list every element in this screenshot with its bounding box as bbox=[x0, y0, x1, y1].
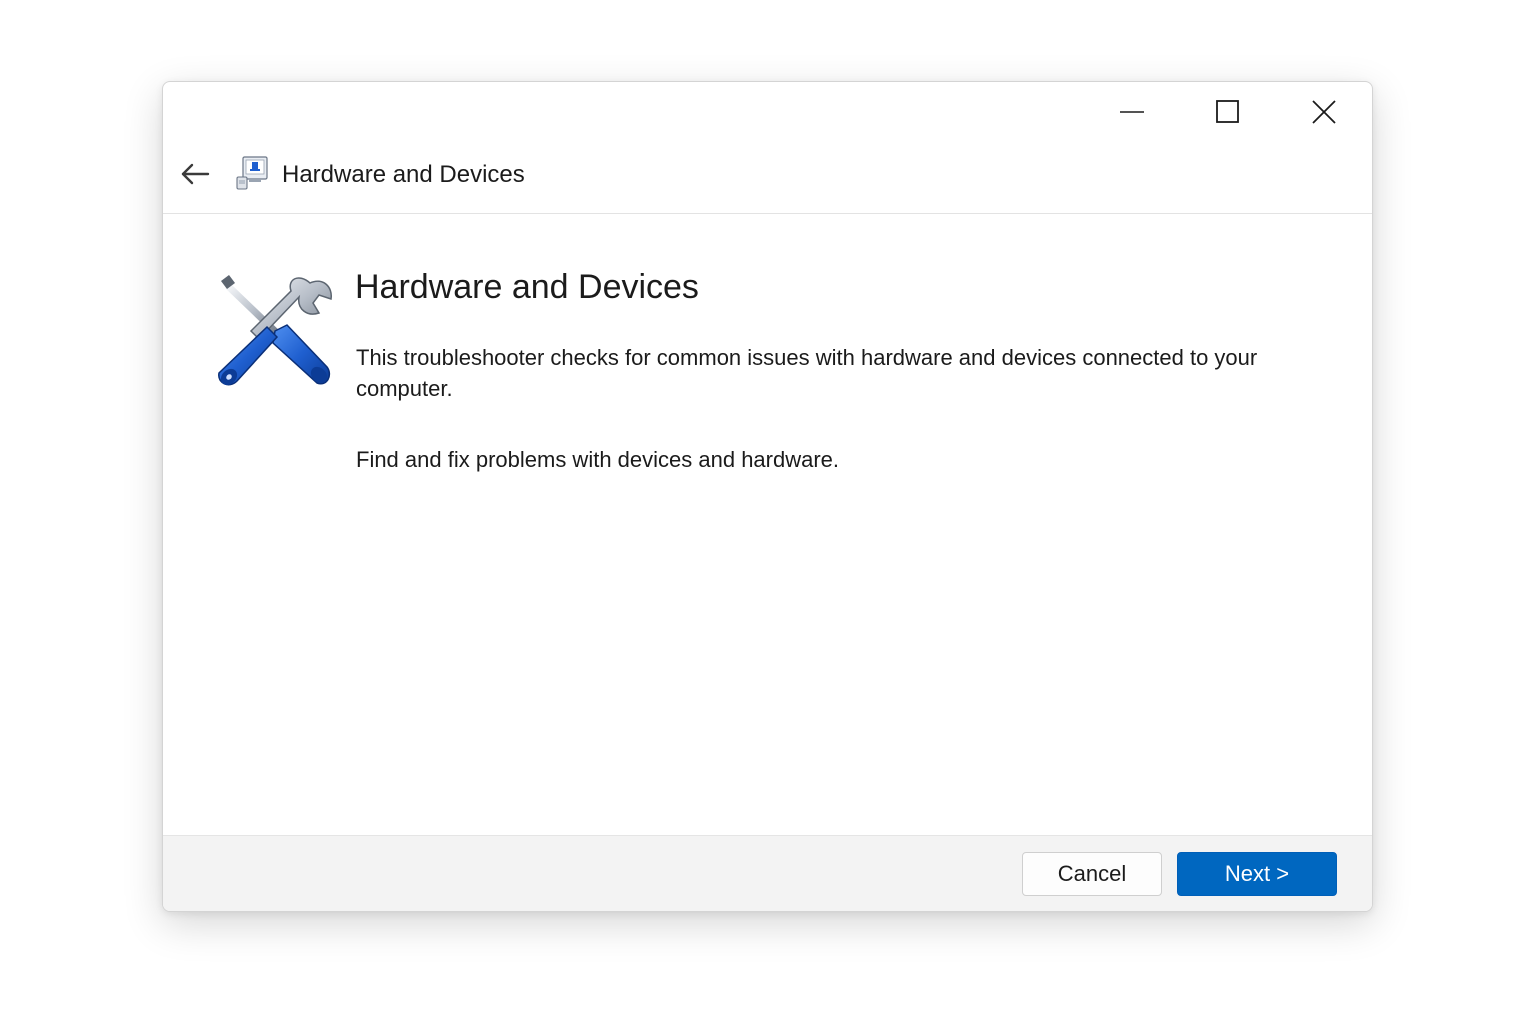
troubleshooter-window: Hardware and Devices Hardware and Device… bbox=[162, 81, 1373, 912]
maximize-button[interactable] bbox=[1180, 82, 1276, 142]
maximize-icon bbox=[1216, 100, 1239, 123]
screwdriver-wrench-icon bbox=[218, 275, 332, 386]
footer-bar: Cancel Next > bbox=[163, 835, 1372, 911]
close-button[interactable] bbox=[1276, 82, 1372, 142]
header-title: Hardware and Devices bbox=[282, 161, 525, 188]
back-arrow-icon bbox=[181, 163, 210, 185]
caption-controls bbox=[1084, 82, 1372, 142]
minimize-icon bbox=[1120, 111, 1144, 113]
header-bar: Hardware and Devices bbox=[163, 142, 1372, 214]
back-button[interactable] bbox=[177, 158, 213, 190]
hardware-devices-icon bbox=[236, 156, 268, 190]
page-heading: Hardware and Devices bbox=[355, 268, 699, 306]
close-icon bbox=[1312, 100, 1336, 124]
next-button[interactable]: Next > bbox=[1177, 852, 1337, 896]
description-text: This troubleshooter checks for common is… bbox=[356, 345, 1258, 401]
minimize-button[interactable] bbox=[1084, 82, 1180, 142]
subdescription-text: Find and fix problems with devices and h… bbox=[356, 447, 840, 472]
cancel-button[interactable]: Cancel bbox=[1022, 852, 1162, 896]
content-area: Hardware and Devices This troubleshooter… bbox=[163, 215, 1372, 837]
